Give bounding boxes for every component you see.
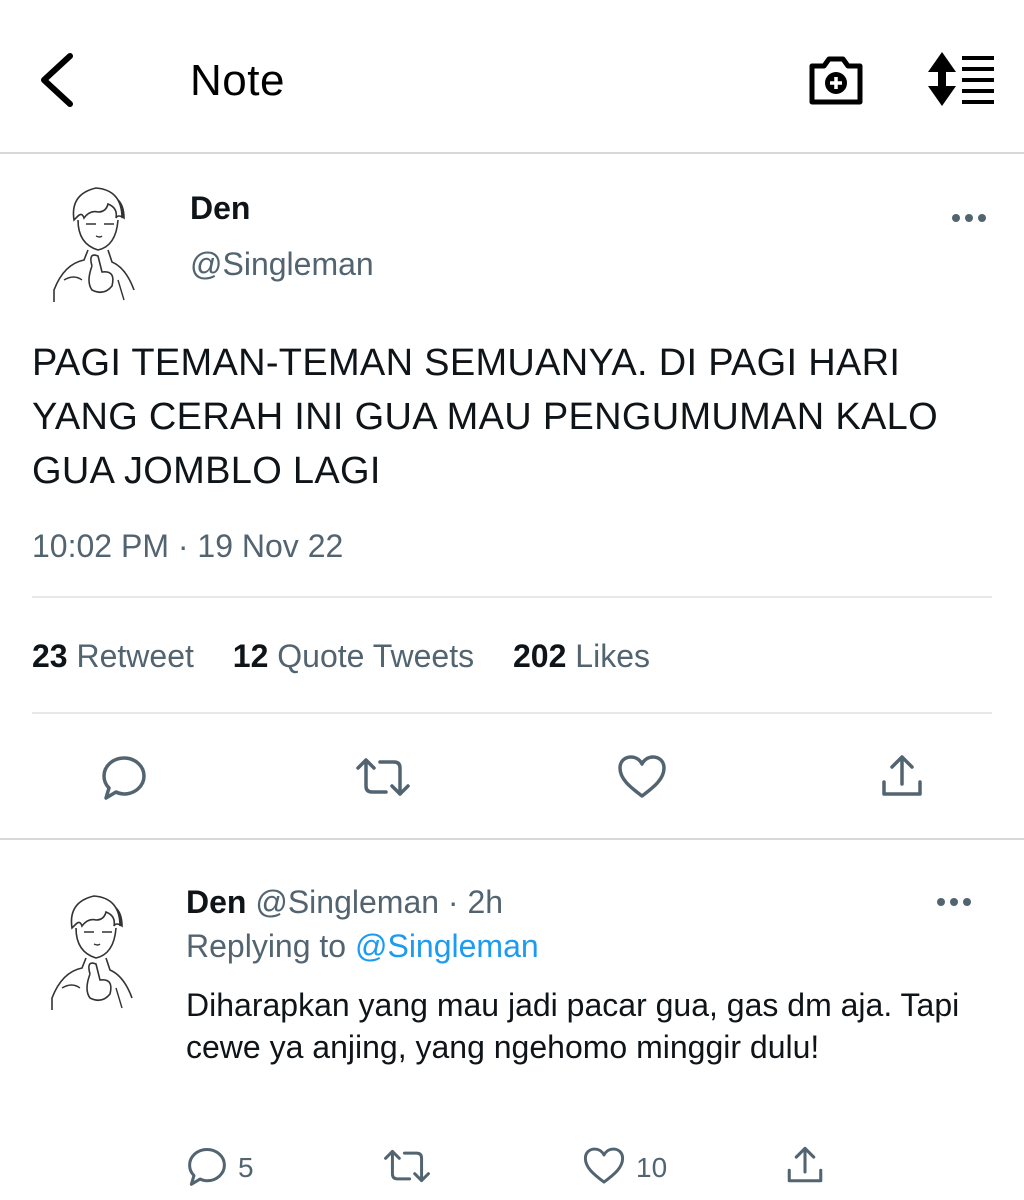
retweet-icon[interactable]: [382, 1148, 432, 1184]
heart-icon[interactable]: [616, 754, 668, 800]
reply-header: Den @Singleman · 2h: [186, 884, 503, 921]
camera-plus-icon[interactable]: [806, 50, 866, 108]
more-dots-icon[interactable]: [950, 210, 988, 226]
reply-count: 5: [238, 1152, 254, 1183]
reply-author-name[interactable]: Den: [186, 884, 246, 920]
share-icon[interactable]: [784, 1144, 826, 1186]
heart-icon[interactable]: [582, 1146, 626, 1186]
tweet-text: PAGI TEMAN-TEMAN SEMUANYA. DI PAGI HARI …: [32, 342, 938, 492]
page-title: Note: [190, 56, 285, 105]
section-separator: [0, 838, 1024, 840]
more-dots-icon[interactable]: [936, 894, 972, 910]
divider: [32, 712, 992, 714]
tweet-timestamp[interactable]: 10:02 PM · 19 Nov 22: [32, 528, 343, 565]
chevron-left-icon[interactable]: [30, 48, 90, 112]
share-icon[interactable]: [878, 752, 926, 800]
quote-label: Quote Tweets: [277, 638, 475, 674]
engagement-stats: 23 Retweet 12 Quote Tweets 202 Likes: [32, 638, 680, 675]
author-name[interactable]: Den: [190, 190, 250, 227]
replying-label: Replying to: [186, 928, 347, 964]
quote-stat[interactable]: 12 Quote Tweets: [233, 638, 474, 675]
retweet-count: 23: [32, 638, 68, 674]
reply-time: · 2h: [447, 884, 504, 920]
comment-icon[interactable]: [186, 1146, 228, 1186]
retweet-label: Retweet: [76, 638, 194, 674]
sort-lines-icon[interactable]: [924, 50, 996, 108]
reply-author-handle[interactable]: @Singleman: [255, 884, 439, 920]
author-handle[interactable]: @Singleman: [190, 246, 374, 283]
retweet-stat[interactable]: 23 Retweet: [32, 638, 194, 675]
likes-label: Likes: [575, 638, 650, 674]
retweet-icon[interactable]: [354, 756, 412, 798]
reply-text: Diharapkan yang mau jadi pacar gua, gas …: [186, 987, 960, 1065]
replying-to: Replying to @Singleman: [186, 928, 539, 965]
like-count: 10: [636, 1152, 668, 1183]
avatar[interactable]: [44, 180, 144, 304]
quote-count: 12: [232, 638, 269, 674]
comment-icon[interactable]: [100, 754, 148, 800]
likes-stat[interactable]: 202 Likes: [513, 638, 650, 675]
app-header: [0, 0, 1024, 154]
divider: [32, 596, 992, 598]
likes-count: 202: [513, 638, 567, 674]
replying-mention[interactable]: @Singleman: [355, 928, 539, 964]
reply-avatar[interactable]: [42, 888, 142, 1012]
